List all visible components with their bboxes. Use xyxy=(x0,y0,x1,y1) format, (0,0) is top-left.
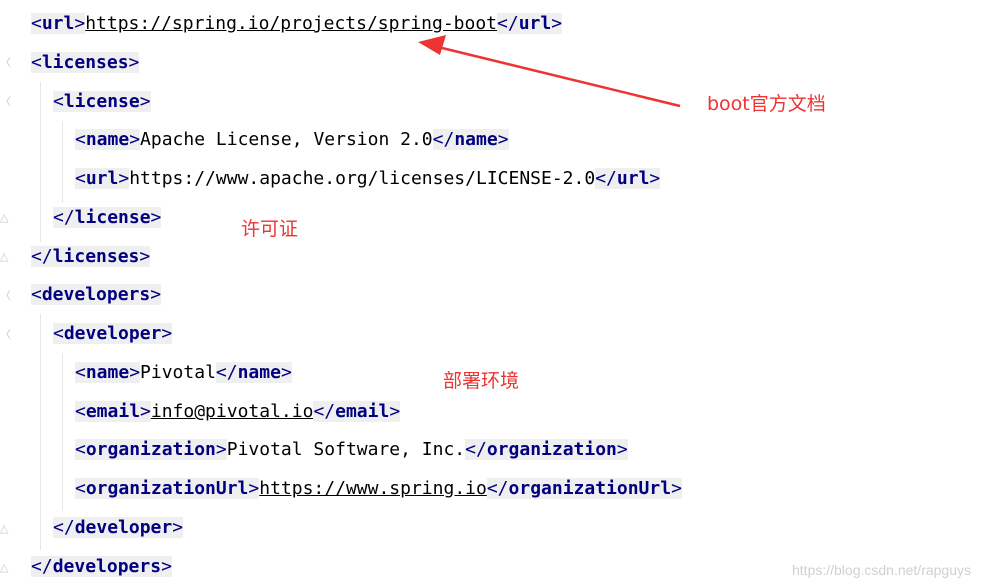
annotation-boot-docs: boot官方文档 xyxy=(707,93,826,115)
watermark: https://blog.csdn.net/rapguys xyxy=(792,562,971,578)
annotation-license: 许可证 xyxy=(241,218,299,240)
annotation-arrow xyxy=(418,35,681,108)
annotation-deploy-env: 部署环境 xyxy=(443,370,520,392)
